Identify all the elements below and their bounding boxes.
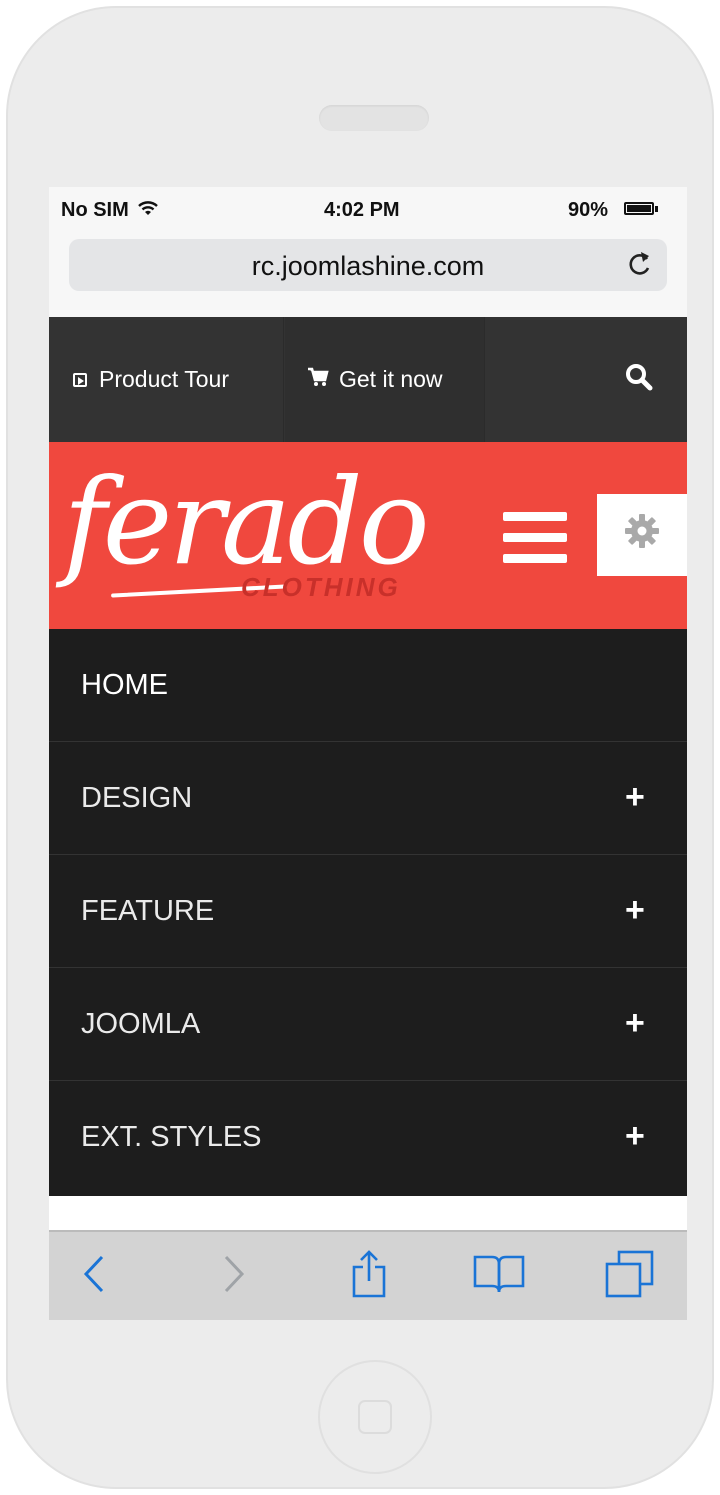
get-it-now-link[interactable]: Get it now bbox=[285, 317, 485, 442]
menu-item-home[interactable]: HOME bbox=[49, 629, 687, 742]
status-bar: No SIM 4:02 PM 90% bbox=[49, 187, 687, 235]
back-icon bbox=[81, 1245, 107, 1307]
logo-tagline: CLOTHING bbox=[241, 572, 401, 602]
cart-icon bbox=[307, 367, 329, 393]
address-bar-area: rc.joomlashine.com bbox=[49, 235, 687, 317]
search-button[interactable] bbox=[609, 317, 669, 442]
brand-header: ferado CLOTHING bbox=[49, 442, 687, 629]
forward-button[interactable] bbox=[209, 1246, 259, 1306]
battery-percent: 90% bbox=[568, 199, 609, 221]
menu-item-label: JOOMLA bbox=[81, 1008, 201, 1040]
expand-plus-icon[interactable]: + bbox=[625, 1117, 645, 1156]
back-button[interactable] bbox=[69, 1246, 119, 1306]
phone-home-button[interactable] bbox=[318, 1360, 432, 1474]
menu-item-design[interactable]: DESIGN + bbox=[49, 742, 687, 855]
url-text[interactable]: rc.joomlashine.com bbox=[69, 251, 667, 282]
top-nav: Product Tour Get it now bbox=[49, 317, 687, 442]
browser-toolbar bbox=[49, 1230, 687, 1320]
forward-icon bbox=[221, 1245, 247, 1307]
expand-plus-icon[interactable]: + bbox=[625, 891, 645, 930]
expand-plus-icon[interactable]: + bbox=[625, 1004, 645, 1043]
menu-item-label: HOME bbox=[81, 669, 168, 701]
menu-item-label: DESIGN bbox=[81, 782, 193, 814]
bookmarks-button[interactable] bbox=[469, 1246, 529, 1306]
phone-speaker bbox=[319, 105, 429, 131]
menu-item-feature[interactable]: FEATURE + bbox=[49, 855, 687, 968]
play-icon bbox=[73, 372, 87, 387]
menu-item-ext-styles[interactable]: EXT. STYLES + bbox=[49, 1081, 687, 1194]
tabs-button[interactable] bbox=[599, 1246, 659, 1306]
phone-screen: No SIM 4:02 PM 90% rc.joomlashine.com Pr… bbox=[49, 187, 687, 1320]
address-bar[interactable]: rc.joomlashine.com bbox=[69, 239, 667, 291]
tabs-icon bbox=[603, 1249, 655, 1304]
menu-item-joomla[interactable]: JOOMLA + bbox=[49, 968, 687, 1081]
product-tour-label: Product Tour bbox=[99, 366, 229, 392]
settings-button[interactable] bbox=[597, 494, 687, 576]
reload-icon[interactable] bbox=[627, 248, 653, 285]
wifi-icon bbox=[133, 199, 159, 221]
menu-item-label: FEATURE bbox=[81, 895, 215, 927]
bookmarks-icon bbox=[472, 1252, 526, 1301]
main-menu: HOME DESIGN + FEATURE + JOOMLA + EXT. ST… bbox=[49, 629, 687, 1196]
product-tour-link[interactable]: Product Tour bbox=[49, 317, 284, 442]
get-it-now-label: Get it now bbox=[339, 366, 443, 392]
carrier: No SIM bbox=[61, 199, 159, 222]
share-button[interactable] bbox=[339, 1246, 399, 1306]
hamburger-icon[interactable] bbox=[503, 512, 567, 564]
battery-icon bbox=[624, 202, 654, 215]
battery-tip bbox=[655, 206, 658, 212]
share-icon bbox=[349, 1249, 389, 1304]
expand-plus-icon[interactable]: + bbox=[625, 778, 645, 817]
search-icon bbox=[625, 363, 653, 397]
carrier-label: No SIM bbox=[61, 199, 129, 221]
clock: 4:02 PM bbox=[324, 199, 400, 221]
gear-icon bbox=[623, 512, 661, 559]
menu-item-label: EXT. STYLES bbox=[81, 1121, 262, 1153]
home-button-square-icon bbox=[358, 1400, 392, 1434]
